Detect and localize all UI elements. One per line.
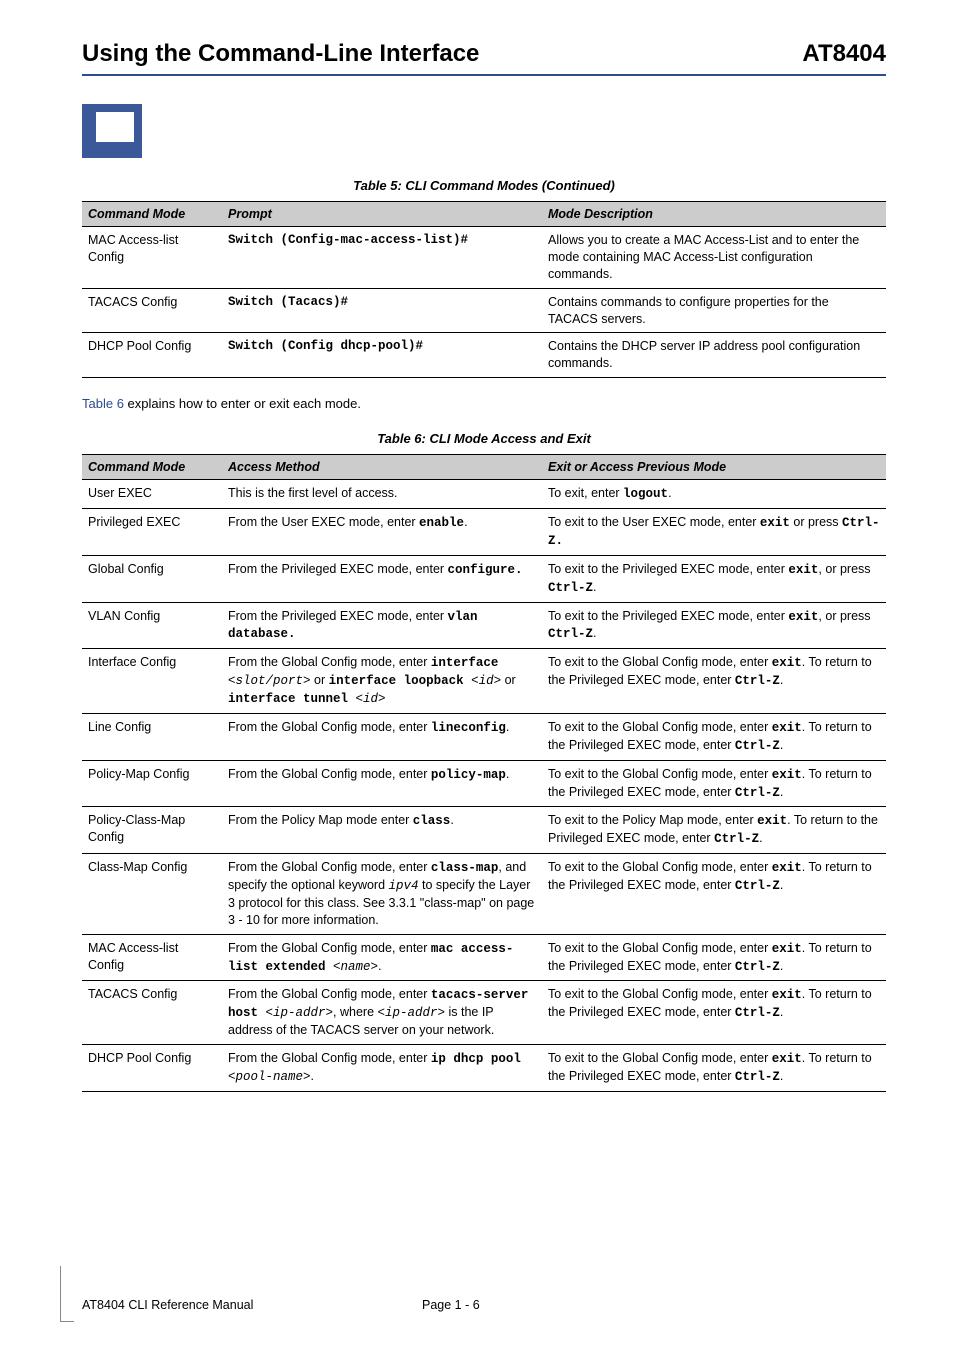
mode-cell: User EXEC — [82, 480, 222, 509]
mode-cell: MAC Access-list Config — [82, 227, 222, 289]
access-cell: From the Global Config mode, enter mac a… — [222, 934, 542, 981]
access-cell: This is the first level of access. — [222, 480, 542, 509]
access-cell: From the Global Config mode, enter ip dh… — [222, 1045, 542, 1092]
table-row: Class-Map ConfigFrom the Global Config m… — [82, 854, 886, 935]
table-row: Interface ConfigFrom the Global Config m… — [82, 649, 886, 714]
exit-cell: To exit to the Global Config mode, enter… — [542, 1045, 886, 1092]
header-title: Using the Command-Line Interface — [82, 40, 479, 68]
mode-cell: MAC Access-list Config — [82, 934, 222, 981]
table-row: Line ConfigFrom the Global Config mode, … — [82, 713, 886, 760]
table-row: DHCP Pool ConfigFrom the Global Config m… — [82, 1045, 886, 1092]
page-header: Using the Command-Line Interface AT8404 — [82, 40, 886, 68]
exit-cell: To exit to the Global Config mode, enter… — [542, 854, 886, 935]
table6: Command Mode Access Method Exit or Acces… — [82, 454, 886, 1092]
exit-cell: To exit to the Global Config mode, enter… — [542, 981, 886, 1045]
table5-head-row: Command Mode Prompt Mode Description — [82, 202, 886, 227]
footer-manual: AT8404 CLI Reference Manual — [82, 1298, 422, 1312]
mode-cell: TACACS Config — [82, 288, 222, 333]
table-row: Privileged EXECFrom the User EXEC mode, … — [82, 509, 886, 556]
exit-cell: To exit to the Privileged EXEC mode, ent… — [542, 602, 886, 649]
table-row: VLAN ConfigFrom the Privileged EXEC mode… — [82, 602, 886, 649]
mode-cell: Line Config — [82, 713, 222, 760]
access-cell: From the Global Config mode, enter tacac… — [222, 981, 542, 1045]
logo-icon — [82, 104, 142, 158]
table6-intro-text: explains how to enter or exit each mode. — [124, 396, 361, 411]
access-cell: From the Policy Map mode enter class. — [222, 807, 542, 854]
corner-bracket-icon — [60, 1266, 74, 1322]
table-row: Policy-Class-Map ConfigFrom the Policy M… — [82, 807, 886, 854]
header-rule — [82, 74, 886, 76]
mode-cell: Policy-Class-Map Config — [82, 807, 222, 854]
header-model: AT8404 — [802, 40, 886, 68]
table-row: TACACS ConfigSwitch (Tacacs)#Contains co… — [82, 288, 886, 333]
prompt-cell: Switch (Config-mac-access-list)# — [222, 227, 542, 289]
mode-cell: DHCP Pool Config — [82, 333, 222, 378]
table-row: Policy-Map ConfigFrom the Global Config … — [82, 760, 886, 807]
table5-caption: Table 5: CLI Command Modes (Continued) — [82, 178, 886, 193]
table-row: MAC Access-list ConfigFrom the Global Co… — [82, 934, 886, 981]
table-row: DHCP Pool ConfigSwitch (Config dhcp-pool… — [82, 333, 886, 378]
prompt-cell: Switch (Config dhcp-pool)# — [222, 333, 542, 378]
exit-cell: To exit to the Policy Map mode, enter ex… — [542, 807, 886, 854]
mode-cell: Class-Map Config — [82, 854, 222, 935]
table-row: MAC Access-list ConfigSwitch (Config-mac… — [82, 227, 886, 289]
exit-cell: To exit to the User EXEC mode, enter exi… — [542, 509, 886, 556]
access-cell: From the Global Config mode, enter class… — [222, 854, 542, 935]
exit-cell: To exit to the Global Config mode, enter… — [542, 760, 886, 807]
access-cell: From the Privileged EXEC mode, enter vla… — [222, 602, 542, 649]
table6-head-mode: Command Mode — [82, 455, 222, 480]
exit-cell: To exit to the Global Config mode, enter… — [542, 934, 886, 981]
mode-cell: TACACS Config — [82, 981, 222, 1045]
table5: Command Mode Prompt Mode Description MAC… — [82, 201, 886, 378]
access-cell: From the User EXEC mode, enter enable. — [222, 509, 542, 556]
access-cell: From the Global Config mode, enter polic… — [222, 760, 542, 807]
prompt-cell: Switch (Tacacs)# — [222, 288, 542, 333]
exit-cell: To exit to the Privileged EXEC mode, ent… — [542, 555, 886, 602]
table6-head-row: Command Mode Access Method Exit or Acces… — [82, 455, 886, 480]
mode-cell: DHCP Pool Config — [82, 1045, 222, 1092]
access-cell: From the Global Config mode, enter linec… — [222, 713, 542, 760]
mode-cell: Privileged EXEC — [82, 509, 222, 556]
table6-head-access: Access Method — [222, 455, 542, 480]
mode-cell: Interface Config — [82, 649, 222, 714]
exit-cell: To exit to the Global Config mode, enter… — [542, 649, 886, 714]
exit-cell: To exit to the Global Config mode, enter… — [542, 713, 886, 760]
table5-head-mode: Command Mode — [82, 202, 222, 227]
mode-cell: VLAN Config — [82, 602, 222, 649]
table6-link[interactable]: Table 6 — [82, 396, 124, 411]
table5-head-desc: Mode Description — [542, 202, 886, 227]
exit-cell: To exit, enter logout. — [542, 480, 886, 509]
table6-head-exit: Exit or Access Previous Mode — [542, 455, 886, 480]
page-footer: AT8404 CLI Reference Manual Page 1 - 6 — [82, 1298, 886, 1312]
footer-page: Page 1 - 6 — [422, 1298, 480, 1312]
access-cell: From the Global Config mode, enter inter… — [222, 649, 542, 714]
table-row: TACACS ConfigFrom the Global Config mode… — [82, 981, 886, 1045]
table5-head-prompt: Prompt — [222, 202, 542, 227]
mode-cell: Policy-Map Config — [82, 760, 222, 807]
mode-cell: Global Config — [82, 555, 222, 602]
table6-intro: Table 6 explains how to enter or exit ea… — [82, 396, 886, 411]
table6-caption: Table 6: CLI Mode Access and Exit — [82, 431, 886, 446]
desc-cell: Contains commands to configure propertie… — [542, 288, 886, 333]
desc-cell: Allows you to create a MAC Access-List a… — [542, 227, 886, 289]
desc-cell: Contains the DHCP server IP address pool… — [542, 333, 886, 378]
access-cell: From the Privileged EXEC mode, enter con… — [222, 555, 542, 602]
table-row: Global ConfigFrom the Privileged EXEC mo… — [82, 555, 886, 602]
table-row: User EXECThis is the first level of acce… — [82, 480, 886, 509]
